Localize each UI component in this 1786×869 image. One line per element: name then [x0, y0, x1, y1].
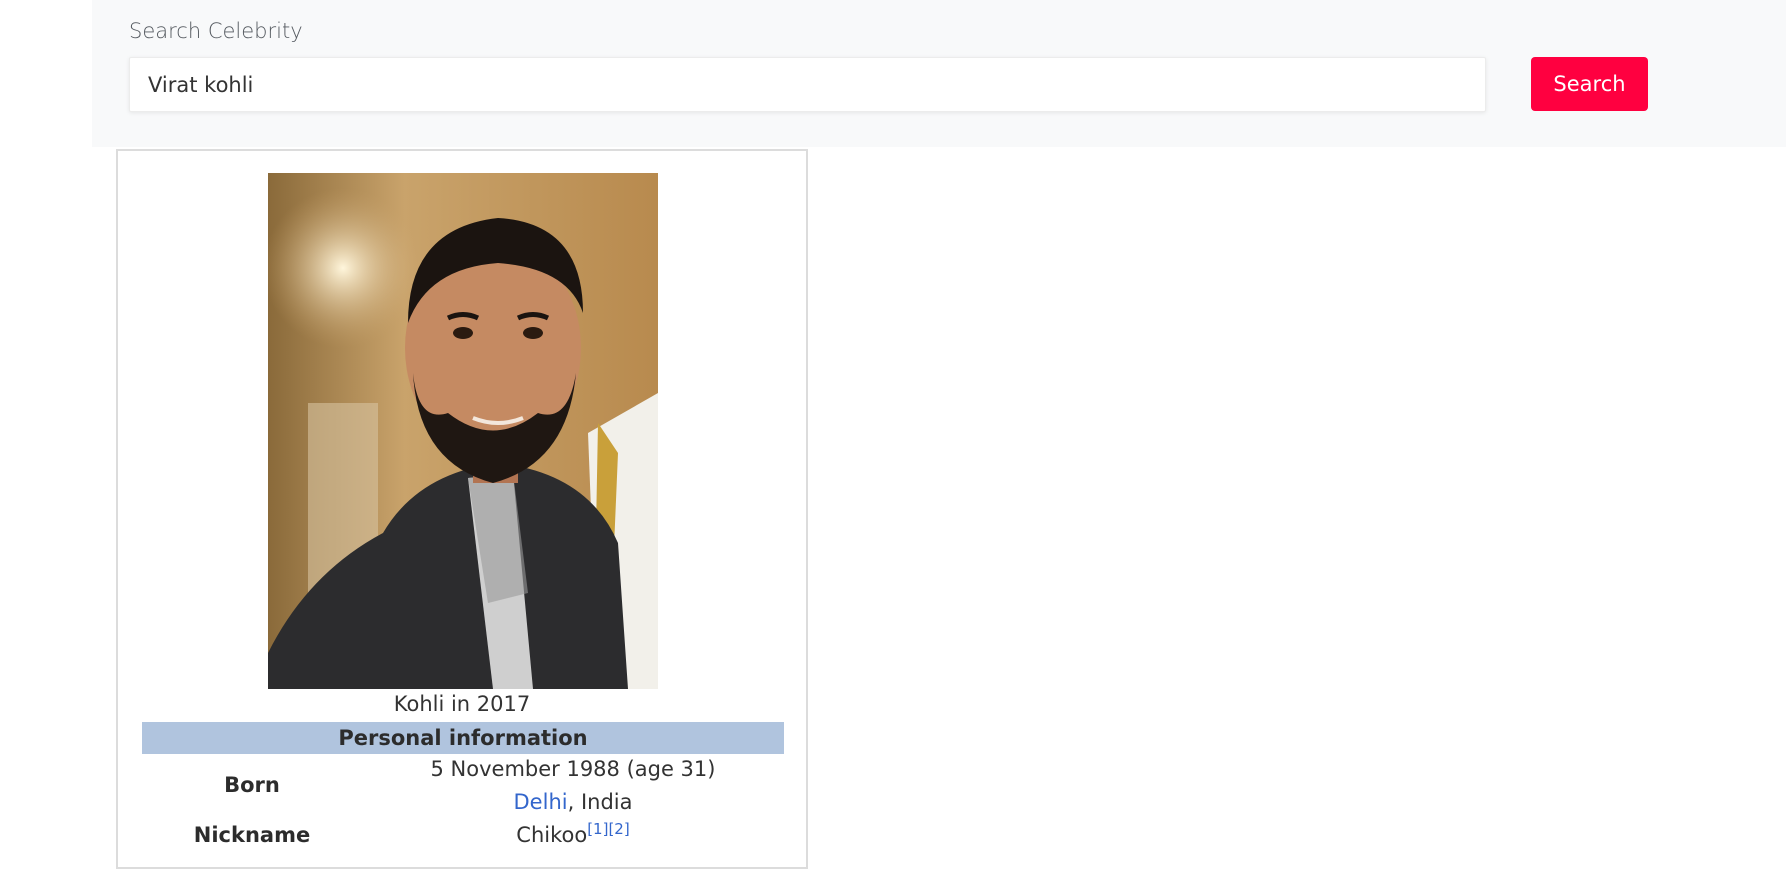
search-button[interactable]: Search [1531, 57, 1648, 111]
reference-2-link[interactable]: [2] [608, 820, 629, 838]
nickname-label: Nickname [193, 823, 311, 847]
photo-caption: Kohli in 2017 [393, 692, 531, 716]
born-place: Delhi, India [362, 790, 784, 814]
born-place-country: , India [567, 790, 633, 814]
portrait-photo [268, 173, 658, 689]
search-input[interactable] [129, 57, 1486, 112]
nickname-value: Chikoo[1][2] [362, 820, 784, 848]
reference-1-link[interactable]: [1] [587, 820, 608, 838]
delhi-link[interactable]: Delhi [514, 790, 568, 814]
born-date: 5 November 1988 (age 31) [430, 757, 716, 781]
nickname-text: Chikoo [516, 823, 588, 847]
infobox: Kohli in 2017 Personal information Born … [116, 149, 808, 869]
section-header-personal-information: Personal information [142, 722, 784, 754]
search-label: Search Celebrity [129, 19, 303, 43]
search-panel: Search Celebrity Search [92, 0, 1786, 147]
born-label: Born [224, 773, 280, 797]
